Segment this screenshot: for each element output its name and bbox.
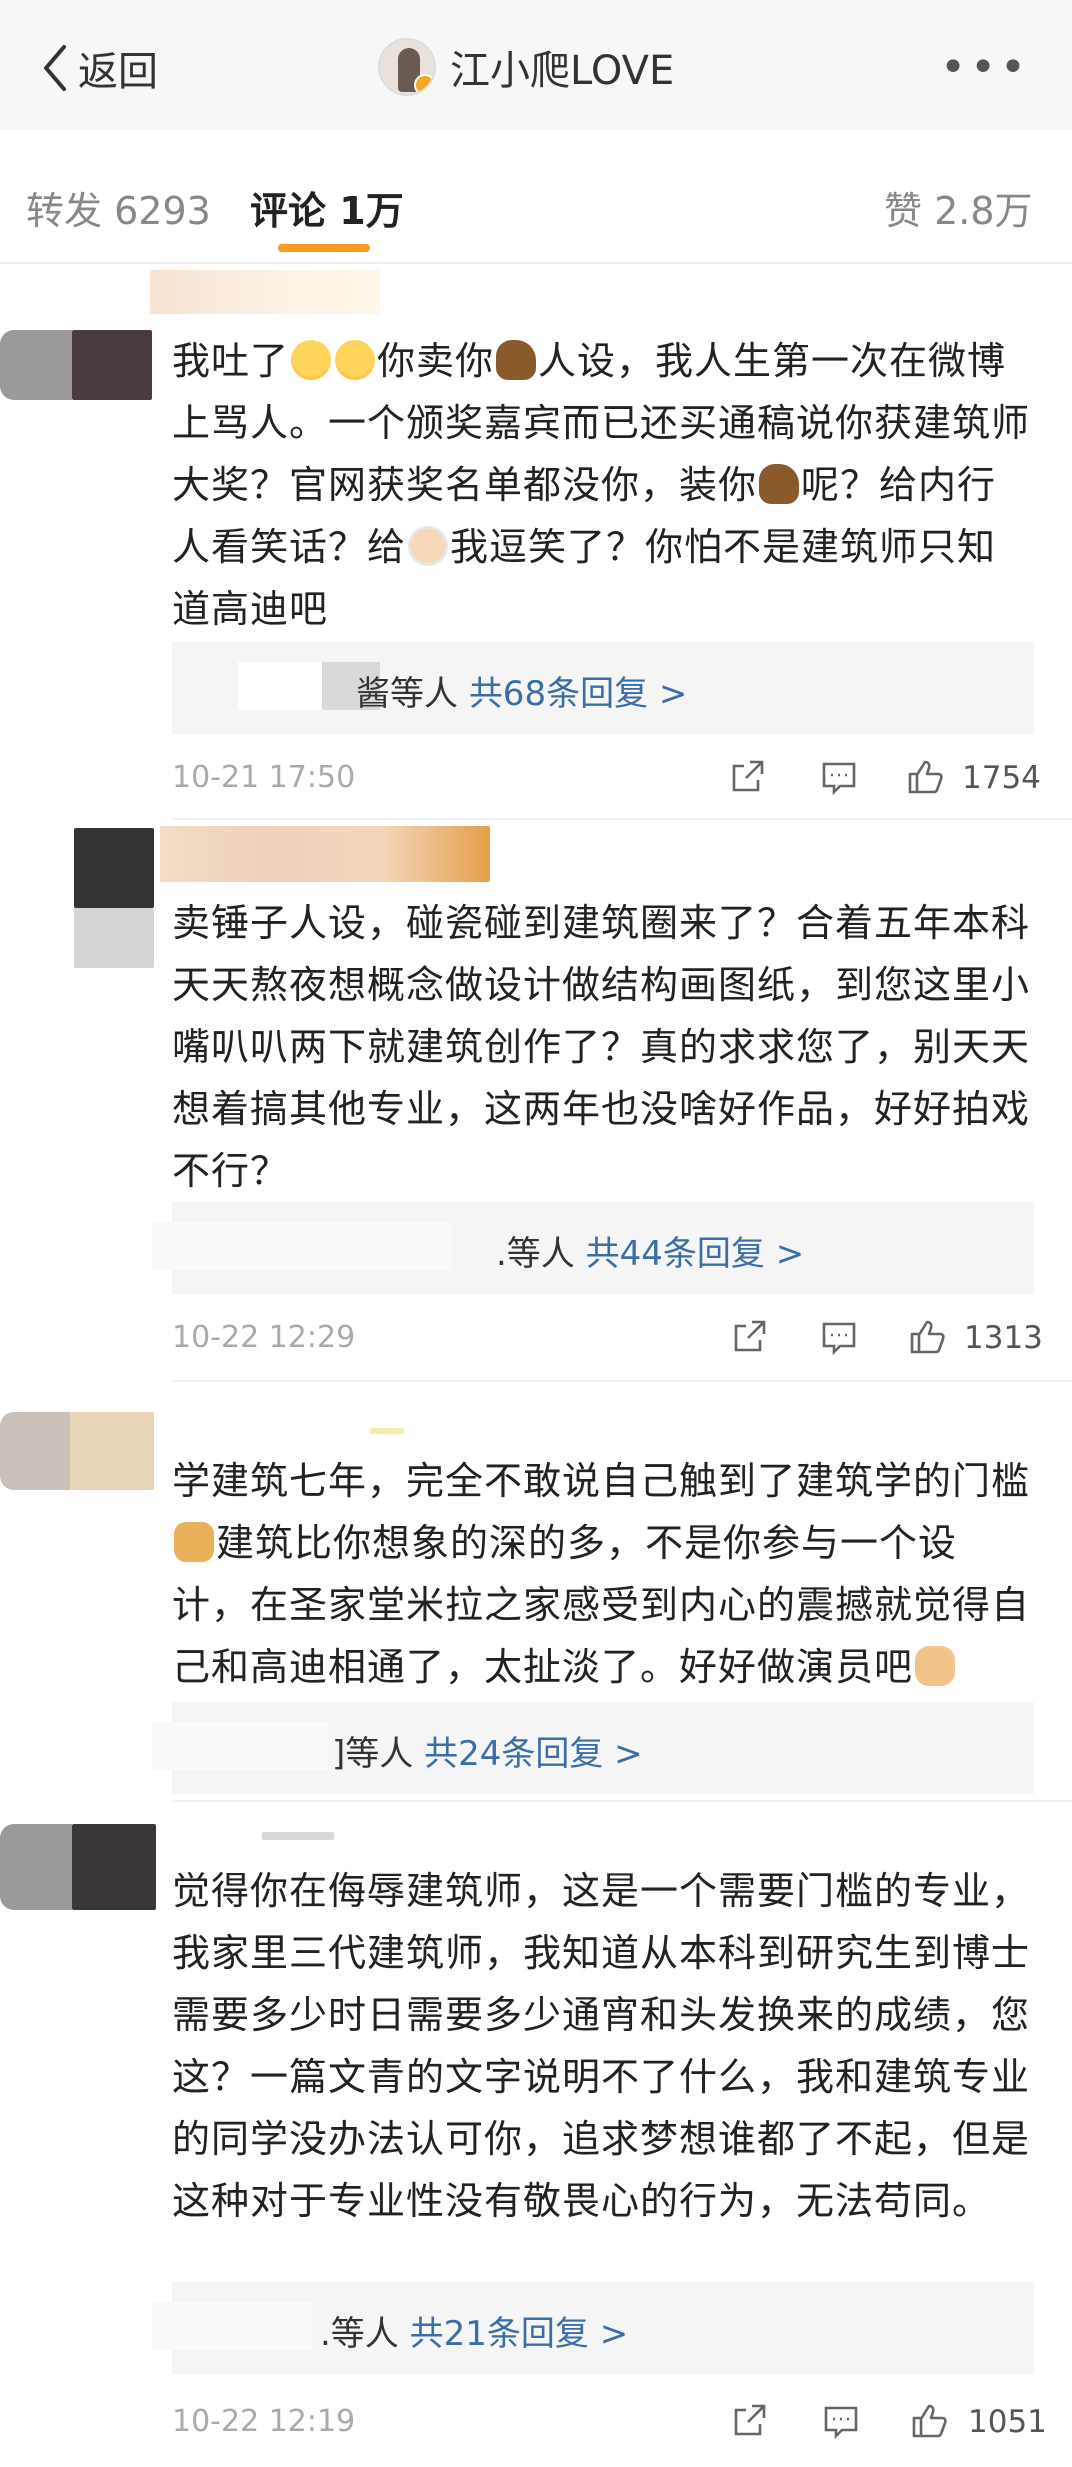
tab-bar: 转发 6293 评论 1万 赞 2.8万: [0, 150, 1072, 252]
comment-text: 我吐了 你卖你 人设，我人生第一次在微博上骂人。一个颁奖嘉宾而已还买通稿说你获建筑师…: [172, 330, 1032, 640]
blurred-avatar[interactable]: [74, 828, 154, 908]
comment-text: 觉得你在侮辱建筑师，这是一个需要门槛的专业，我家里三代建筑师，我知道从本科到研究…: [172, 1869, 1031, 2223]
back-label: 返回: [78, 49, 158, 95]
view-replies-link[interactable]: 共21条回复 >: [410, 2314, 629, 2354]
view-replies-link[interactable]: 共24条回复 >: [424, 1734, 643, 1774]
comment-date: 10-21 17:50: [172, 760, 356, 795]
horse-emoji-icon: [496, 340, 537, 380]
horse-emoji-icon: [759, 464, 800, 504]
blurred-username: [370, 1428, 404, 1434]
comment-text-part: 你卖你: [377, 339, 495, 383]
more-icon[interactable]: •••: [940, 40, 1030, 96]
like-icon[interactable]: [908, 1318, 946, 1356]
divider: [172, 1380, 1072, 1382]
comment-text-part: 建筑比你想象的深的多，不是你参与一个设计，在圣家堂米拉之家感受到内心的震撼就觉得…: [172, 1521, 1031, 1689]
replies-preview[interactable]: .等人 共21条回复 >: [152, 2282, 1034, 2374]
blurred-avatar-part: [70, 1412, 154, 1490]
blurred-avatar-part: [72, 1824, 156, 1910]
blurred-avatar[interactable]: [0, 330, 72, 400]
tab-comments[interactable]: 评论 1万: [250, 180, 404, 235]
comment-date: 10-22 12:29: [172, 1320, 356, 1355]
replies-preview[interactable]: 酱等人 共68条回复 >: [172, 642, 1034, 734]
blurred-username: [262, 1832, 334, 1840]
comment-icon[interactable]: [822, 2402, 860, 2440]
blurred-username: [150, 270, 380, 314]
tab-likes[interactable]: 赞 2.8万: [884, 180, 1033, 235]
crying-emoji-icon: [335, 340, 376, 380]
blurred-avatar-part: [74, 908, 154, 968]
tab-comments-label: 评论: [250, 189, 327, 233]
tab-reposts[interactable]: 转发 6293: [26, 180, 211, 235]
comment-text: 学建筑七年，完全不敢说自己触到了建筑学的门槛建筑比你想象的深的多，不是你参与一个…: [172, 1450, 1032, 1698]
comment-text: 卖锤子人设，碰瓷碰到建筑圈来了？合着五年本科天天熬夜想概念做设计做结构画图纸，到…: [172, 901, 1031, 1193]
blurred-avatar[interactable]: [0, 1824, 72, 1910]
blurred-username: [160, 826, 490, 882]
like-icon[interactable]: [906, 758, 944, 796]
old-man-emoji-icon: [408, 526, 449, 566]
tab-reposts-count: 6293: [114, 189, 211, 233]
share-icon[interactable]: [730, 2402, 768, 2440]
doge-emoji-icon: [174, 1522, 214, 1562]
view-replies-link[interactable]: 共44条回复 >: [586, 1234, 805, 1274]
comment-icon[interactable]: [820, 1318, 858, 1356]
view-replies-link[interactable]: 共68条回复 >: [469, 674, 688, 714]
reply-users: 酱等人: [356, 674, 458, 714]
comment-meta: 10-22 12:29 1313: [172, 1312, 1043, 1362]
reply-users: .等人: [320, 2314, 399, 2354]
reply-users: .等人: [496, 1234, 575, 1274]
verified-badge-icon: [414, 74, 434, 94]
comment-meta: 10-22 12:19 1051: [172, 2396, 1047, 2446]
replies-preview[interactable]: .等人 共44条回复 >: [152, 1202, 1034, 1294]
back-button[interactable]: 返回: [40, 40, 158, 96]
comment-icon[interactable]: [820, 758, 858, 796]
tab-reposts-label: 转发: [26, 189, 103, 233]
share-icon[interactable]: [728, 758, 766, 796]
replies-preview[interactable]: ]等人 共24条回复 >: [152, 1702, 1034, 1794]
divider: [172, 818, 1072, 820]
tab-likes-label: 赞: [884, 189, 923, 233]
page-title: 江小爬LOVE: [450, 48, 675, 94]
like-count: 1313: [964, 1320, 1043, 1356]
nav-bar: 返回 江小爬LOVE •••: [0, 0, 1072, 130]
comment-text-part: 学建筑七年，完全不敢说自己触到了建筑学的门槛: [172, 1459, 1031, 1503]
cat-emoji-icon: [915, 1646, 956, 1686]
tab-likes-count: 2.8万: [934, 189, 1033, 233]
crying-emoji-icon: [291, 340, 332, 380]
divider: [0, 262, 1072, 264]
blurred-avatar[interactable]: [0, 1412, 70, 1490]
share-icon[interactable]: [730, 1318, 768, 1356]
blurred-avatar-part: [72, 330, 152, 400]
reply-users: ]等人: [332, 1734, 414, 1774]
comment-meta: 10-21 17:50 1754: [172, 752, 1041, 802]
like-count: 1051: [968, 2404, 1047, 2440]
like-count: 1754: [962, 760, 1041, 796]
tab-comments-count: 1万: [339, 189, 404, 233]
chevron-left-icon: [44, 45, 66, 91]
avatar[interactable]: [378, 38, 436, 96]
active-tab-indicator: [278, 244, 370, 252]
profile-title[interactable]: 江小爬LOVE: [378, 34, 674, 100]
comment-text-part: 我吐了: [172, 339, 290, 383]
divider: [172, 1800, 1072, 1802]
like-icon[interactable]: [910, 2402, 948, 2440]
comment-date: 10-22 12:19: [172, 2404, 356, 2439]
